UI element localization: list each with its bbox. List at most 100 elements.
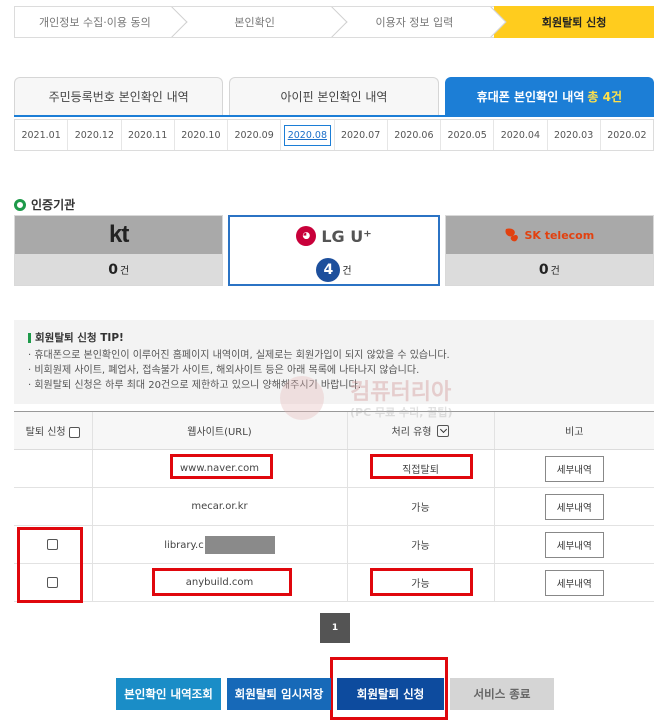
tab-resident-number[interactable]: 주민등록번호 본인확인 내역 — [14, 77, 224, 115]
detail-button[interactable]: 세부내역 — [544, 455, 604, 482]
tab-label: 주민등록번호 본인확인 내역 — [48, 90, 189, 104]
table-row: library.c 가능 세부내역 — [14, 525, 654, 564]
lgu-logo: ◕ LG U⁺ — [230, 217, 438, 255]
month-2020-08[interactable]: 2020.08 — [281, 120, 335, 150]
col-withdraw: 탈퇴 신청 — [14, 411, 92, 450]
carrier-count: 0건 — [445, 254, 653, 285]
step-progress: 개인정보 수집·이용 동의 본인확인 이용자 정보 입력 회원탈퇴 신청 — [14, 6, 654, 38]
row-checkbox-cell — [14, 525, 92, 564]
detail-button[interactable]: 세부내역 — [544, 531, 604, 558]
tab-label: 휴대폰 본인확인 내역 — [476, 90, 585, 104]
row-url: www.naver.com — [91, 449, 347, 488]
skt-logo-mark: SK telecom — [504, 227, 594, 243]
type-text: 가능 — [411, 541, 430, 552]
detail-button[interactable]: 세부내역 — [544, 493, 604, 520]
carrier-kt[interactable]: kt 0건 — [14, 215, 224, 286]
month-label: 2020.03 — [553, 129, 594, 141]
col-type: 처리 유형 — [346, 411, 494, 450]
site-table: 탈퇴 신청 웹사이트(URL) 처리 유형 비고 www.naver.com 직… — [14, 411, 654, 602]
row-note: 세부내역 — [493, 487, 654, 526]
month-2020-06[interactable]: 2020.06 — [388, 120, 441, 150]
lgu-logo-text: LG U⁺ — [321, 226, 372, 246]
withdraw-submit-button[interactable]: 회원탈퇴 신청 — [337, 678, 444, 710]
month-2020-05[interactable]: 2020.05 — [441, 120, 495, 150]
lg-face-icon: ◕ — [296, 226, 317, 246]
tabs-underline — [14, 115, 654, 117]
redacted-block — [204, 535, 275, 554]
chevron-down-icon[interactable] — [437, 424, 450, 437]
month-2020-10[interactable]: 2020.10 — [175, 120, 228, 150]
page-1-button[interactable]: 1 — [320, 613, 350, 643]
row-type: 가능 — [346, 525, 494, 564]
step-verify: 본인확인 — [174, 6, 348, 38]
count-unit: 건 — [342, 266, 352, 277]
step-label: 본인확인 — [234, 16, 275, 29]
count-value: 0 — [538, 261, 549, 278]
month-label: 2020.02 — [607, 129, 647, 141]
col-withdraw-label: 탈퇴 신청 — [25, 427, 66, 438]
table-header-row: 탈퇴 신청 웹사이트(URL) 처리 유형 비고 — [14, 411, 654, 450]
url-text: www.naver.com — [179, 463, 260, 474]
count-badge: 4 — [316, 257, 341, 282]
row-type: 직접탈퇴 — [346, 449, 494, 488]
month-2020-09[interactable]: 2020.09 — [228, 120, 282, 150]
agency-title: 인증기관 — [14, 196, 75, 213]
select-all-checkbox[interactable] — [68, 426, 80, 438]
month-2020-04[interactable]: 2020.04 — [494, 120, 548, 150]
tab-mobile[interactable]: 휴대폰 본인확인 내역 총 4건 — [444, 77, 654, 115]
url-text: mecar.or.kr — [191, 501, 248, 512]
month-label: 2020.12 — [74, 129, 115, 141]
history-lookup-button[interactable]: 본인확인 내역조회 — [116, 678, 221, 710]
month-label: 2020.06 — [394, 129, 434, 141]
count-value: 0 — [108, 261, 118, 278]
agency-title-text: 인증기관 — [31, 198, 76, 212]
month-2020-03[interactable]: 2020.03 — [548, 120, 601, 150]
detail-button[interactable]: 세부내역 — [544, 569, 604, 596]
tab-ipin[interactable]: 아이핀 본인확인 내역 — [229, 77, 439, 115]
row-checkbox[interactable] — [47, 576, 59, 588]
count-unit: 건 — [550, 266, 560, 277]
carrier-lgu[interactable]: ◕ LG U⁺ 4건 — [228, 215, 440, 286]
type-text: 가능 — [411, 579, 430, 590]
lgu-logo-mark: ◕ LG U⁺ — [296, 226, 372, 246]
row-checkbox[interactable] — [47, 538, 59, 550]
count-unit: 건 — [119, 266, 130, 277]
carrier-count: 4건 — [230, 255, 438, 284]
month-label: 2020.09 — [234, 129, 274, 141]
row-note: 세부내역 — [493, 449, 654, 488]
step-consent: 개인정보 수집·이용 동의 — [14, 6, 188, 38]
row-type: 가능 — [346, 563, 494, 602]
step-label: 이용자 정보 입력 — [375, 16, 454, 29]
type-text: 직접탈퇴 — [402, 465, 439, 476]
month-2020-02[interactable]: 2020.02 — [601, 120, 653, 150]
service-exit-button[interactable]: 서비스 종료 — [450, 678, 554, 710]
kt-logo-text: kt — [108, 221, 129, 248]
skt-logo: SK telecom — [445, 216, 653, 254]
month-2020-07[interactable]: 2020.07 — [335, 120, 388, 150]
step-user-info: 이용자 정보 입력 — [334, 6, 507, 38]
tip-line: · 비회원제 사이트, 폐업사, 접속불가 사이트, 해외사이트 등은 아래 목… — [28, 365, 420, 376]
col-website-label: 웹사이트(URL) — [187, 427, 252, 438]
tip-title-text: 회원탈퇴 신청 TIP! — [35, 332, 124, 344]
skt-logo-text: SK telecom — [524, 228, 595, 242]
row-checkbox-cell — [14, 449, 92, 488]
row-url: library.c — [91, 525, 347, 564]
table-row: mecar.or.kr 가능 세부내역 — [14, 487, 654, 526]
row-url: anybuild.com — [91, 563, 347, 602]
ring-bullet-icon — [14, 198, 26, 211]
tip-title: 회원탈퇴 신청 TIP! — [28, 330, 640, 345]
table-row: anybuild.com 가능 세부내역 — [14, 563, 654, 602]
tip-line: · 회원탈퇴 신청은 하루 최대 20건으로 제한하고 있으니 양해해주시기 바… — [28, 380, 361, 391]
month-selector: 2021.01 2020.12 2020.11 2020.10 2020.09 2020.… — [14, 119, 654, 151]
row-note: 세부내역 — [493, 525, 654, 564]
carrier-skt[interactable]: SK telecom 0건 — [444, 215, 654, 286]
month-2020-11[interactable]: 2020.11 — [122, 120, 175, 150]
url-text: library.c — [164, 539, 204, 551]
month-2021-01[interactable]: 2021.01 — [15, 120, 69, 150]
col-website: 웹사이트(URL) — [91, 411, 347, 450]
month-label: 2020.10 — [181, 129, 221, 141]
row-type: 가능 — [346, 487, 494, 526]
row-url: mecar.or.kr — [91, 487, 347, 526]
temp-save-button[interactable]: 회원탈퇴 임시저장 — [227, 678, 331, 710]
month-2020-12[interactable]: 2020.12 — [68, 120, 122, 150]
